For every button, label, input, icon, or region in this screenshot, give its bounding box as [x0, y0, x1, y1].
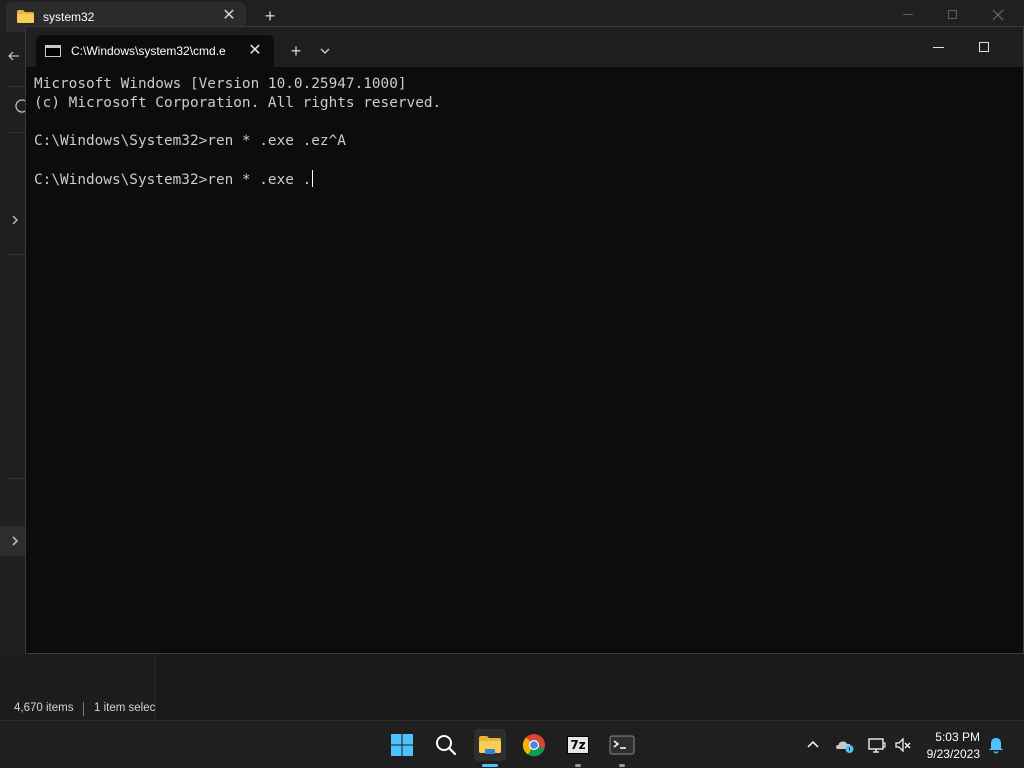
taskbar-7zip[interactable]: 7z: [562, 729, 594, 761]
search-button[interactable]: [430, 729, 462, 761]
explorer-left-pane: [0, 32, 29, 652]
notification-bell-icon[interactable]: [986, 735, 1006, 755]
minimize-icon: [933, 47, 944, 48]
running-app-indicator: [619, 764, 625, 767]
terminal-window: C:\Windows\system32\cmd.e ✕ + Microsoft …: [25, 26, 1024, 654]
volume-muted-icon[interactable]: [893, 735, 913, 755]
terminal-prompt-text: C:\Windows\System32>ren * .exe .: [34, 172, 312, 188]
active-app-indicator: [482, 764, 498, 767]
maximize-icon: [979, 42, 989, 52]
explorer-close-button[interactable]: [983, 4, 1013, 26]
status-selection: 1 item selec: [94, 702, 156, 714]
terminal-line: C:\Windows\System32>ren * .exe .ez^A: [34, 133, 346, 149]
terminal-tab[interactable]: C:\Windows\system32\cmd.e ✕: [36, 35, 274, 67]
back-arrow-icon[interactable]: [6, 48, 22, 64]
terminal-tab-close-icon[interactable]: ✕: [245, 41, 265, 61]
clock-time[interactable]: 5:03 PM: [926, 730, 980, 744]
status-item-count: 4,670 items: [14, 702, 74, 714]
terminal-titlebar: C:\Windows\system32\cmd.e ✕ +: [26, 27, 1023, 67]
close-icon: [992, 9, 1004, 21]
terminal-line: (c) Microsoft Corporation. All rights re…: [34, 95, 442, 111]
terminal-output[interactable]: Microsoft Windows [Version 10.0.25947.10…: [34, 75, 1014, 645]
explorer-tab-close-icon[interactable]: ✕: [220, 7, 238, 25]
terminal-tab-title: C:\Windows\system32\cmd.e: [71, 44, 226, 58]
terminal-prompt-line[interactable]: C:\Windows\System32>ren * .exe .: [34, 170, 1014, 189]
clock-date[interactable]: 9/23/2023: [916, 747, 980, 761]
explorer-tab-title: system32: [43, 10, 95, 24]
toolbar-divider: [8, 86, 26, 87]
start-icon: [391, 734, 413, 756]
explorer-status-area: 4,670 items 1 item selec: [0, 652, 1024, 720]
terminal-line: Microsoft Windows [Version 10.0.25947.10…: [34, 76, 407, 92]
onedrive-icon[interactable]: [835, 735, 855, 755]
chevron-up-icon[interactable]: [803, 735, 823, 755]
status-separator: [83, 702, 84, 716]
restore-icon: [948, 10, 957, 19]
toolbar-divider: [8, 132, 26, 133]
terminal-new-tab-button[interactable]: +: [285, 40, 307, 62]
network-icon[interactable]: [867, 735, 887, 755]
file-explorer-icon: [479, 736, 501, 754]
7zip-label: 7z: [570, 738, 586, 752]
text-cursor: [312, 170, 314, 187]
chevron-right-icon[interactable]: [7, 212, 23, 228]
start-button[interactable]: [386, 729, 418, 761]
chevron-down-icon[interactable]: [316, 41, 334, 61]
chevron-right-icon[interactable]: [7, 533, 23, 549]
taskbar-chrome[interactable]: [518, 729, 550, 761]
terminal-minimize-button[interactable]: [924, 37, 954, 59]
cmd-icon: [45, 45, 61, 57]
chrome-icon: [522, 734, 545, 757]
explorer-restore-button[interactable]: [938, 4, 968, 26]
minimize-icon: [903, 14, 913, 15]
7zip-icon: 7z: [567, 736, 589, 754]
explorer-new-tab-button[interactable]: +: [259, 5, 281, 27]
nav-divider: [8, 254, 26, 255]
explorer-minimize-button[interactable]: [893, 4, 923, 26]
folder-icon: [17, 10, 34, 23]
search-icon: [436, 735, 457, 756]
taskbar-file-explorer[interactable]: [474, 729, 506, 761]
taskbar: 7z 5:03 PM 9/23/2023: [0, 720, 1024, 768]
terminal-maximize-button[interactable]: [970, 37, 1000, 59]
running-app-indicator: [575, 764, 581, 767]
terminal-icon: [609, 735, 635, 755]
taskbar-terminal[interactable]: [606, 729, 638, 761]
nav-divider: [8, 478, 26, 479]
